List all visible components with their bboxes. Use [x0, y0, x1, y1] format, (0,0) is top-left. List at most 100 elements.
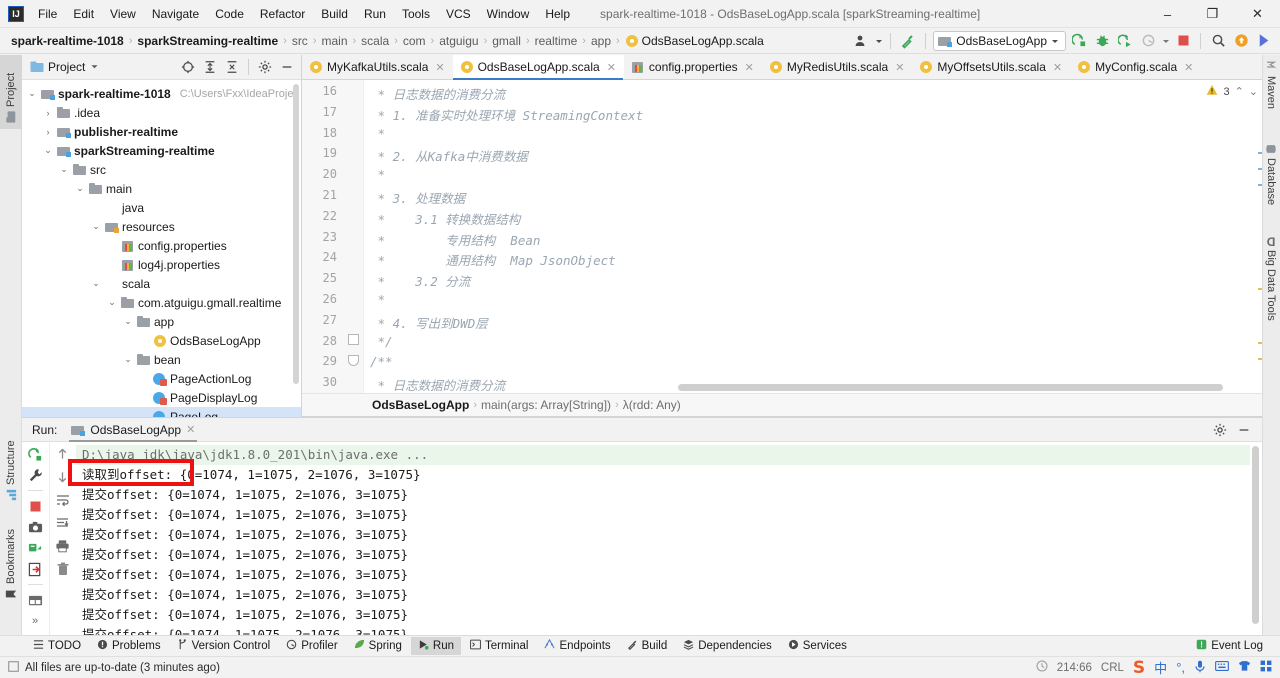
- line-separator-indicator[interactable]: CRL: [1101, 662, 1124, 674]
- chevron-down-icon[interactable]: ⌄: [106, 297, 118, 308]
- sidebar-item-project[interactable]: Project: [0, 55, 22, 129]
- breadcrumb-item-src[interactable]: src: [289, 33, 311, 49]
- menu-item-navigate[interactable]: Navigate: [144, 3, 207, 25]
- console-vertical-scrollbar[interactable]: [1252, 446, 1259, 624]
- keyboard-icon[interactable]: [1215, 660, 1229, 675]
- tree-node[interactable]: ⌄ sparkStreaming-realtime: [22, 141, 301, 160]
- apps-grid-icon[interactable]: [1260, 660, 1272, 675]
- chevron-down-icon[interactable]: ⌄: [90, 221, 102, 232]
- tree-node[interactable]: ⌄ src: [22, 160, 301, 179]
- hide-panel-icon[interactable]: [277, 57, 297, 77]
- menu-item-help[interactable]: Help: [537, 3, 578, 25]
- code-content[interactable]: * 日志数据的消费分流 * 1. 准备实时处理环境 StreamingConte…: [364, 80, 1280, 393]
- checkbox-icon[interactable]: [8, 660, 19, 675]
- tree-node[interactable]: ⌄ com.atguigu.gmall.realtime: [22, 293, 301, 312]
- gear-icon[interactable]: [1210, 420, 1230, 440]
- code-line[interactable]: * 3. 处理数据: [370, 188, 466, 207]
- console-output[interactable]: D:\java_jdk\java\jdk1.8.0_201\bin\java.e…: [76, 442, 1250, 646]
- ai-assistant-icon[interactable]: [1254, 31, 1274, 51]
- tree-node[interactable]: PageLog: [22, 407, 301, 417]
- thread-dump-icon[interactable]: [27, 540, 43, 556]
- breadcrumb-item-realtime[interactable]: realtime: [532, 33, 581, 49]
- tree-node[interactable]: PageActionLog: [22, 369, 301, 388]
- tree-node[interactable]: java: [22, 198, 301, 217]
- code-line[interactable]: *: [370, 167, 386, 182]
- chevron-right-icon[interactable]: ›: [42, 127, 54, 137]
- scroll-to-end-icon[interactable]: [55, 515, 71, 531]
- chevron-down-icon[interactable]: ⌄: [42, 145, 54, 156]
- breadcrumb-item-com[interactable]: com: [400, 33, 429, 49]
- tree-node[interactable]: ⌄ spark-realtime-1018 C:\Users\Fxx\IdeaPro…: [22, 84, 301, 103]
- bottom-item-profiler[interactable]: Profiler: [279, 637, 344, 655]
- code-line[interactable]: * 通用结构 Map JsonObject: [370, 250, 616, 269]
- hammer-build-icon[interactable]: [898, 31, 918, 51]
- ime-language-indicator[interactable]: 中: [1154, 658, 1167, 677]
- breadcrumb-item-main[interactable]: main: [318, 33, 350, 49]
- code-line[interactable]: * 3.1 转换数据结构: [370, 209, 521, 228]
- bottom-item-dependencies[interactable]: Dependencies: [676, 637, 779, 655]
- sidebar-item-big-data-tools[interactable]: D Big Data Tools: [1262, 231, 1280, 347]
- menu-item-file[interactable]: File: [30, 3, 65, 25]
- bottom-item-problems[interactable]: Problems: [90, 637, 168, 655]
- chevron-down-icon[interactable]: ⌄: [74, 183, 86, 194]
- editor-horizontal-scrollbar[interactable]: [678, 384, 1223, 391]
- editor-tab-mykafkautils-scala[interactable]: MyKafkaUtils.scala ✕: [302, 55, 453, 79]
- sidebar-item-bookmarks[interactable]: Bookmarks: [0, 510, 22, 606]
- bottom-item-terminal[interactable]: Terminal: [463, 637, 535, 655]
- microphone-icon[interactable]: [1194, 660, 1206, 676]
- down-arrow-icon[interactable]: [55, 469, 71, 485]
- export-icon[interactable]: [27, 561, 43, 577]
- expand-all-icon[interactable]: [200, 57, 220, 77]
- user-profile-icon[interactable]: [851, 31, 871, 51]
- debug-icon[interactable]: [1092, 31, 1112, 51]
- minimize-button[interactable]: –: [1145, 0, 1190, 28]
- menu-item-edit[interactable]: Edit: [65, 3, 102, 25]
- bottom-item-endpoints[interactable]: Endpoints: [537, 637, 617, 655]
- tree-node[interactable]: ⌄ main: [22, 179, 301, 198]
- breadcrumb-item-scala[interactable]: scala: [358, 33, 392, 49]
- ime-punctuation-indicator[interactable]: °,: [1176, 660, 1185, 675]
- collapse-all-icon[interactable]: [222, 57, 242, 77]
- tree-node[interactable]: OdsBaseLogApp: [22, 331, 301, 350]
- editor-breadcrumb-class[interactable]: OdsBaseLogApp: [372, 398, 469, 412]
- close-button[interactable]: ✕: [1235, 0, 1280, 28]
- project-tree[interactable]: ⌄ spark-realtime-1018 C:\Users\Fxx\IdeaPro…: [22, 80, 301, 417]
- print-icon[interactable]: [55, 538, 71, 554]
- expand-more-icon[interactable]: »: [27, 613, 43, 629]
- close-icon[interactable]: ✕: [1053, 61, 1062, 74]
- code-line[interactable]: * 日志数据的消费分流: [370, 375, 506, 393]
- close-icon[interactable]: ✕: [435, 61, 444, 74]
- sidebar-item-maven[interactable]: Maven: [1262, 55, 1280, 125]
- chevron-down-icon[interactable]: [90, 60, 99, 74]
- bottom-item-build[interactable]: Build: [620, 637, 675, 655]
- tree-node[interactable]: PageDisplayLog: [22, 388, 301, 407]
- menu-item-view[interactable]: View: [102, 3, 144, 25]
- code-line[interactable]: /**: [370, 354, 393, 369]
- editor-tab-config-properties[interactable]: config.properties ✕: [624, 55, 762, 79]
- editor-gutter[interactable]: 16 17 18 19 20 21 22 23 24 25 26 27 28 29 30: [302, 80, 364, 393]
- code-line[interactable]: * 4. 写出到DWD层: [370, 313, 488, 332]
- code-line[interactable]: *: [370, 126, 386, 141]
- skin-icon[interactable]: [1238, 660, 1251, 675]
- editor-tab-myoffsetsutils-scala[interactable]: MyOffsetsUtils.scala ✕: [912, 55, 1070, 79]
- sogou-ime-icon[interactable]: S: [1133, 658, 1145, 678]
- bottom-item-services[interactable]: Services: [781, 637, 854, 655]
- close-icon[interactable]: ✕: [186, 423, 195, 436]
- bottom-item-todo[interactable]: TODO: [26, 637, 88, 655]
- sidebar-item-structure[interactable]: Structure: [0, 425, 22, 507]
- editor-tab-myredisutils-scala[interactable]: MyRedisUtils.scala ✕: [762, 55, 913, 79]
- chevron-right-icon[interactable]: ›: [42, 108, 54, 118]
- close-icon[interactable]: ✕: [1184, 61, 1193, 74]
- close-icon[interactable]: ✕: [745, 61, 754, 74]
- fold-marker-start-icon[interactable]: [348, 355, 359, 366]
- code-line[interactable]: * 1. 准备实时处理环境 StreamingContext: [370, 105, 644, 124]
- menu-item-build[interactable]: Build: [313, 3, 356, 25]
- breadcrumb-item-file[interactable]: OdsBaseLogApp.scala: [622, 33, 767, 49]
- code-line[interactable]: * 专用结构 Bean: [370, 230, 541, 249]
- menu-item-vcs[interactable]: VCS: [438, 3, 479, 25]
- updates-icon[interactable]: [1231, 31, 1251, 51]
- editor-breadcrumb-lambda[interactable]: λ(rdd: Any): [623, 398, 681, 412]
- tree-node[interactable]: ⌄ resources: [22, 217, 301, 236]
- menu-item-code[interactable]: Code: [207, 3, 252, 25]
- fold-marker-end-icon[interactable]: [348, 334, 359, 345]
